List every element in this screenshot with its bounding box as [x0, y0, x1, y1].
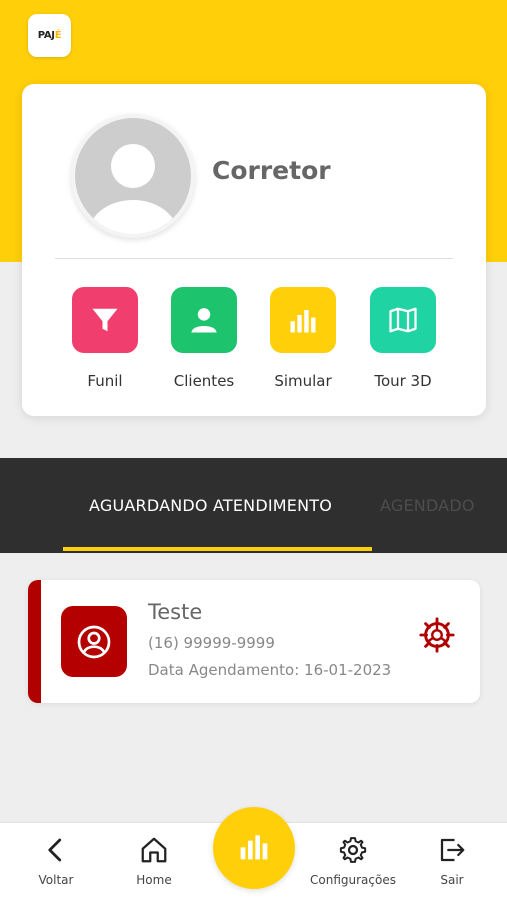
action-clientes-label: Clientes [173, 372, 235, 390]
funnel-icon [72, 287, 138, 353]
center-fab-button[interactable] [213, 807, 295, 889]
action-funil-button[interactable]: Funil [55, 287, 155, 390]
gear-icon[interactable] [418, 616, 456, 654]
map-icon [370, 287, 436, 353]
client-phone: (16) 99999-9999 [148, 634, 275, 652]
nav-home-label: Home [136, 873, 172, 887]
divider [55, 258, 453, 259]
action-simular-label: Simular [274, 372, 332, 390]
active-tab-indicator [63, 547, 372, 551]
gear-icon [338, 835, 368, 869]
user-circle-icon [61, 606, 127, 677]
tabs-bar: AGUARDANDO ATENDIMENTO AGENDADO [0, 458, 507, 553]
action-funil-label: Funil [87, 372, 123, 390]
action-simular-button[interactable]: Simular [253, 287, 353, 390]
nav-voltar-label: Voltar [38, 873, 74, 887]
action-clientes-button[interactable]: Clientes [154, 287, 254, 390]
nav-configuracoes[interactable]: Configurações [307, 835, 399, 887]
appointment-card[interactable]: Teste (16) 99999-9999 Data Agendamento: … [28, 580, 480, 703]
tab-agendado[interactable]: AGENDADO [380, 496, 475, 515]
nav-sair[interactable]: Sair [424, 835, 480, 887]
logo-text: PAJÉ [37, 30, 62, 41]
nav-configuracoes-label: Configurações [310, 873, 396, 887]
appointment-date: Data Agendamento: 16-01-2023 [148, 661, 392, 679]
action-tour3d-button[interactable]: Tour 3D [353, 287, 453, 390]
nav-voltar[interactable]: Voltar [28, 835, 84, 887]
quick-actions: Funil Clientes Simular Tour 3D [22, 287, 486, 397]
client-name: Teste [148, 600, 203, 624]
logout-icon [437, 835, 467, 869]
chevron-left-icon [41, 835, 71, 869]
profile-card: Corretor Funil Clientes Simular Tour 3D [22, 84, 486, 416]
bar-chart-icon [270, 287, 336, 353]
bar-chart-icon [238, 830, 270, 866]
status-bar [28, 580, 41, 703]
tab-aguardando-atendimento[interactable]: AGUARDANDO ATENDIMENTO [89, 496, 332, 515]
home-icon [139, 835, 169, 869]
action-tour3d-label: Tour 3D [374, 372, 432, 390]
avatar[interactable] [71, 114, 195, 238]
app-logo: PAJÉ [28, 14, 71, 57]
user-name: Corretor [212, 156, 331, 185]
person-icon [171, 287, 237, 353]
nav-sair-label: Sair [440, 873, 464, 887]
nav-home[interactable]: Home [126, 835, 182, 887]
